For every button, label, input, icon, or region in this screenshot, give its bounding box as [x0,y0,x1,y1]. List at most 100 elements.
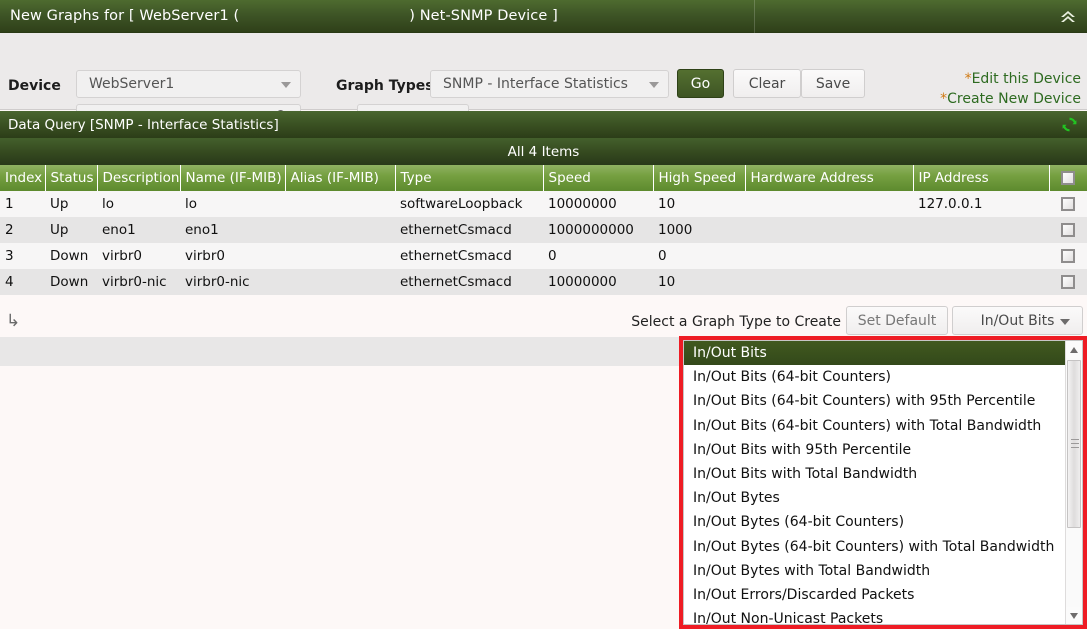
save-button[interactable]: Save [801,69,865,98]
dropdown-option[interactable]: In/Out Bytes (64-bit Counters) with Tota… [684,535,1065,559]
chevron-down-icon [1060,319,1070,325]
column-header-name[interactable]: Name (IF-MIB) [180,165,285,191]
chevron-down-icon [649,82,659,88]
set-default-button[interactable]: Set Default [846,306,948,335]
cell-alias [285,243,395,269]
cell-select [1049,269,1087,295]
row-checkbox[interactable] [1061,249,1075,263]
graph-types-select-value: SNMP - Interface Statistics [431,76,628,92]
cell-index: 4 [0,269,45,295]
cell-description: eno1 [97,217,180,243]
select-all-checkbox[interactable] [1061,171,1075,185]
table-body: 1 Up lo lo softwareLoopback 10000000 10 … [0,191,1087,295]
clear-button[interactable]: Clear [733,69,801,98]
items-count-bar: All 4 Items [0,138,1087,165]
cell-index: 3 [0,243,45,269]
scrollbar-grip-icon [1071,439,1079,449]
cell-speed: 1000000000 [543,217,653,243]
column-header-high-speed[interactable]: High Speed [653,165,745,191]
dropdown-option[interactable]: In/Out Bytes (64-bit Counters) [684,510,1065,534]
graph-type-dropdown-value: In/Out Bits [981,313,1055,329]
row-checkbox[interactable] [1061,197,1075,211]
device-select[interactable]: WebServer1 [76,70,301,98]
cell-ip-address: 127.0.0.1 [913,191,1049,217]
device-select-value: WebServer1 [77,76,174,92]
select-graph-type-label: Select a Graph Type to Create [631,314,841,330]
refresh-icon[interactable] [1061,116,1078,137]
cell-high-speed: 0 [653,243,745,269]
page-title: New Graphs for [ WebServer1 () Net-SNMP … [0,8,558,24]
cell-status: Down [45,269,97,295]
cell-high-speed: 1000 [653,217,745,243]
cell-status: Up [45,217,97,243]
cell-name: virbr0-nic [180,269,285,295]
table-header-row: Index Status Description Name (IF-MIB) A… [0,165,1087,191]
cell-select [1049,191,1087,217]
cell-description: virbr0-nic [97,269,180,295]
row-checkbox[interactable] [1061,223,1075,237]
dropdown-options: In/Out Bits In/Out Bits (64-bit Counters… [684,341,1065,624]
go-button[interactable]: Go [677,69,724,98]
scrollbar-thumb[interactable] [1067,360,1081,528]
table-row[interactable]: 3 Down virbr0 virbr0 ethernetCsmacd 0 0 [0,243,1087,269]
dropdown-option[interactable]: In/Out Non-Unicast Packets [684,607,1065,624]
cell-status: Up [45,191,97,217]
cell-type: ethernetCsmacd [395,269,543,295]
column-header-status[interactable]: Status [45,165,97,191]
title-divider [754,0,755,33]
cell-description: lo [97,191,180,217]
table-row[interactable]: 1 Up lo lo softwareLoopback 10000000 10 … [0,191,1087,217]
cell-alias [285,269,395,295]
dropdown-inner: In/Out Bits In/Out Bits (64-bit Counters… [683,340,1083,625]
column-header-speed[interactable]: Speed [543,165,653,191]
scrollbar-track[interactable] [1066,358,1082,607]
dropdown-option[interactable]: In/Out Bytes [684,486,1065,510]
table-row[interactable]: 4 Down virbr0-nic virbr0-nic ethernetCsm… [0,269,1087,295]
column-header-type[interactable]: Type [395,165,543,191]
dropdown-option[interactable]: In/Out Errors/Discarded Packets [684,583,1065,607]
dropdown-option[interactable]: In/Out Bits [684,341,1065,365]
dropdown-option[interactable]: In/Out Bits (64-bit Counters) with 95th … [684,389,1065,413]
cell-alias [285,217,395,243]
cell-hardware-address [745,191,913,217]
column-header-ip-address[interactable]: IP Address [913,165,1049,191]
row-checkbox[interactable] [1061,275,1075,289]
cell-hardware-address [745,269,913,295]
column-header-index[interactable]: Index [0,165,45,191]
cell-alias [285,191,395,217]
cell-type: ethernetCsmacd [395,243,543,269]
scroll-up-arrow-icon[interactable] [1066,341,1082,358]
scroll-down-arrow-icon[interactable] [1066,607,1082,624]
device-label: Device [8,78,61,94]
table-row[interactable]: 2 Up eno1 eno1 ethernetCsmacd 1000000000… [0,217,1087,243]
graph-types-select[interactable]: SNMP - Interface Statistics [430,70,669,98]
dropdown-option[interactable]: In/Out Bits (64-bit Counters) [684,365,1065,389]
dropdown-option[interactable]: In/Out Bytes with Total Bandwidth [684,559,1065,583]
dropdown-option[interactable]: In/Out Bits (64-bit Counters) with Total… [684,414,1065,438]
cell-ip-address [913,217,1049,243]
column-header-description[interactable]: Description [97,165,180,191]
column-header-alias[interactable]: Alias (IF-MIB) [285,165,395,191]
cell-hardware-address [745,243,913,269]
dropdown-option[interactable]: In/Out Bits with 95th Percentile [684,438,1065,462]
double-chevron-up-icon[interactable] [1057,6,1079,28]
cell-name: eno1 [180,217,285,243]
data-query-table: Index Status Description Name (IF-MIB) A… [0,165,1087,295]
dropdown-option[interactable]: In/Out Bits with Total Bandwidth [684,462,1065,486]
window-title-bar: New Graphs for [ WebServer1 () Net-SNMP … [0,0,1087,33]
create-new-device-link[interactable]: *Create New Device [911,89,1081,109]
edit-this-device-link[interactable]: *Edit this Device [911,69,1081,89]
data-query-header: Data Query [SNMP - Interface Statistics] [0,111,1087,138]
column-header-select-all [1049,165,1087,191]
column-header-hardware-address[interactable]: Hardware Address [745,165,913,191]
cell-high-speed: 10 [653,191,745,217]
cell-index: 2 [0,217,45,243]
cell-name: lo [180,191,285,217]
cell-ip-address [913,243,1049,269]
cell-hardware-address [745,217,913,243]
return-arrow-icon: ↳ [6,313,20,330]
cell-name: virbr0 [180,243,285,269]
graph-type-dropdown-button[interactable]: In/Out Bits [952,306,1083,335]
dropdown-scrollbar[interactable] [1065,341,1082,624]
cell-description: virbr0 [97,243,180,269]
